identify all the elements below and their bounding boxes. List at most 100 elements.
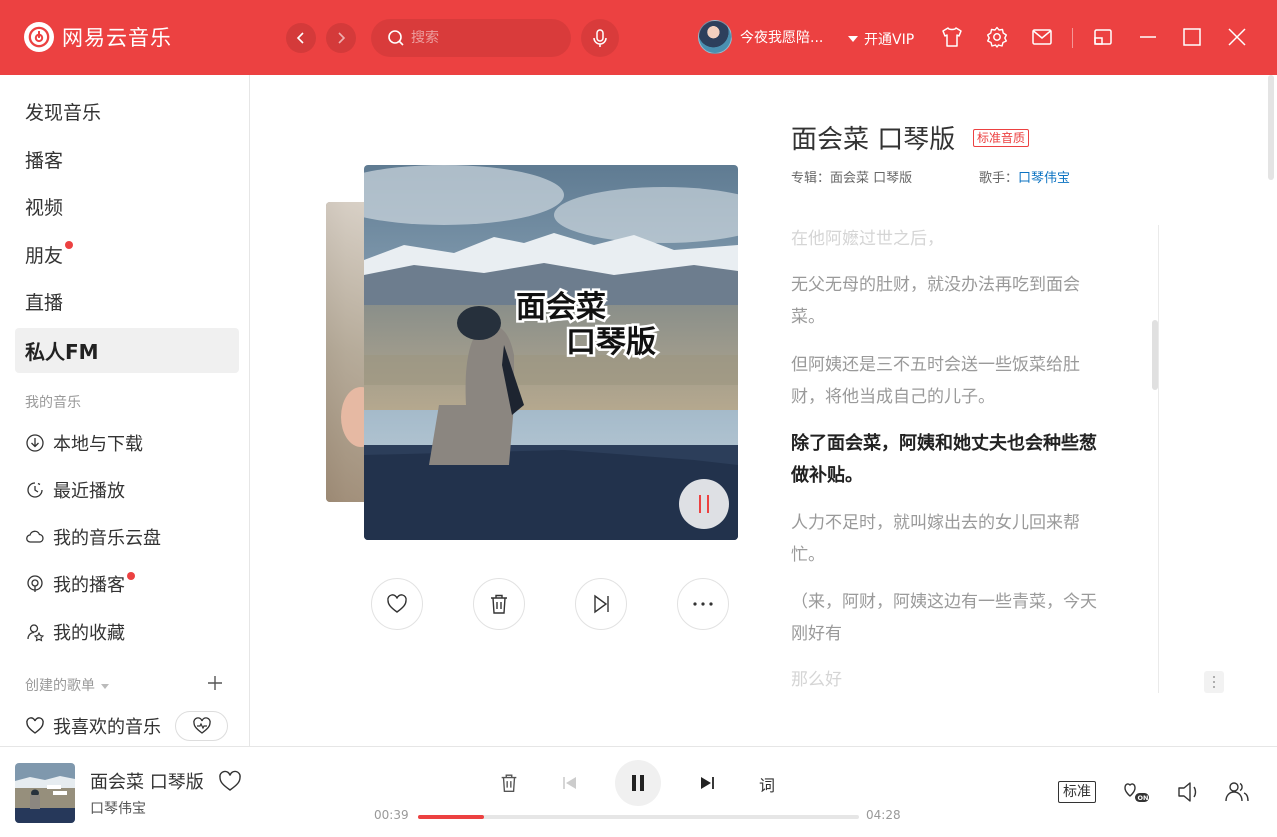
download-icon (26, 434, 44, 452)
app-logo[interactable]: 网易云音乐 (24, 22, 172, 52)
sidebar-item-discover[interactable]: 发现音乐 (15, 89, 239, 134)
now-playing-artist[interactable]: 口琴伟宝 (90, 798, 146, 818)
pause-icon (632, 775, 644, 791)
close-icon (1228, 28, 1246, 46)
play-pause-button[interactable] (615, 760, 661, 806)
lyrics-toggle-button[interactable]: 词 (759, 772, 775, 796)
settings-button[interactable] (984, 24, 1010, 50)
forward-button[interactable] (326, 23, 356, 53)
artist-link[interactable]: 口琴伟宝 (1018, 171, 1070, 186)
more-button[interactable] (677, 578, 729, 630)
listen-together-icon (1225, 782, 1249, 802)
previous-button[interactable] (561, 774, 579, 792)
personal-fm-panel: 面会菜 口琴版 面会菜 口琴版 标准音质 专辑：面会菜 口琴版 歌手：口琴伟宝 … (251, 75, 1277, 746)
song-title: 面会菜 口琴版 (791, 125, 956, 155)
collection-icon (27, 624, 45, 642)
settings-icon (987, 26, 1007, 48)
sidebar-item-cloud[interactable]: 我的音乐云盘 (15, 517, 239, 557)
next-button[interactable] (698, 774, 716, 792)
maximize-button[interactable] (1179, 24, 1205, 50)
podcast-icon (27, 575, 43, 592)
next-icon (701, 777, 714, 789)
volume-button[interactable] (1174, 779, 1202, 805)
svg-text:ON: ON (1138, 794, 1149, 802)
notification-dot (65, 240, 74, 249)
avatar[interactable] (698, 20, 732, 54)
search-input[interactable] (411, 30, 551, 46)
cover-title-line2: 口琴版 (566, 325, 656, 360)
minimize-button[interactable] (1135, 24, 1161, 50)
quality-switch-button[interactable]: 标准 (1058, 781, 1096, 803)
add-playlist-icon[interactable] (206, 674, 224, 692)
like-icon[interactable] (218, 770, 242, 792)
artist-info: 歌手：口琴伟宝 (979, 171, 1071, 186)
lyric-line: 在他阿嬷过世之后， (791, 229, 944, 249)
sound-effect-button[interactable]: ON (1122, 779, 1150, 805)
sidebar-item-local-download[interactable]: 本地与下载 (15, 423, 239, 463)
listen-together-button[interactable] (1223, 779, 1251, 805)
now-playing-title[interactable]: 面会菜 口琴版 (90, 768, 204, 794)
now-playing-cover[interactable] (15, 763, 75, 823)
lyrics-scrollbar[interactable] (1152, 320, 1158, 390)
heartbeat-mode-button[interactable] (175, 711, 228, 741)
lyric-line: 但阿姨还是三不五时会送一些饭菜给肚财，将他当成自己的儿子。 (791, 355, 1080, 407)
sidebar-item-my-podcast[interactable]: 我的播客 (15, 564, 239, 604)
search-box[interactable] (371, 19, 571, 57)
app-name: 网易云音乐 (62, 26, 172, 50)
previous-icon (563, 777, 576, 789)
caret-down-icon (848, 36, 858, 42)
progress-bar[interactable] (418, 815, 859, 819)
created-playlists-heading[interactable]: 创建的歌单 (25, 675, 109, 695)
like-button[interactable] (371, 578, 423, 630)
messages-button[interactable] (1029, 24, 1055, 50)
album-info: 专辑：面会菜 口琴版 (791, 171, 913, 186)
minimize-icon (1140, 36, 1156, 38)
sidebar-item-friends[interactable]: 朋友 (15, 232, 239, 277)
heartbeat-icon (192, 717, 211, 734)
lyrics-options-button[interactable] (1204, 671, 1224, 693)
mini-mode-icon (1094, 29, 1112, 45)
lyric-line: （来，阿财，阿姨这边有一些青菜，今天刚好有 (791, 592, 1097, 644)
lyrics-panel[interactable]: 在他阿嬷过世之后， 无父无母的肚财，就没办法再吃到面会菜。 但阿姨还是三不五时会… (791, 225, 1106, 693)
vip-label: 开通VIP (864, 32, 915, 48)
player-bar: 面会菜 口琴版 口琴伟宝 词 00:39 04:28 标准 ON (0, 746, 1277, 837)
sidebar-item-recent[interactable]: 最近播放 (15, 470, 239, 510)
sidebar-item-personal-fm[interactable]: 私人FM (15, 328, 239, 373)
vip-button[interactable]: 开通VIP (848, 29, 914, 49)
sidebar-item-collection[interactable]: 我的收藏 (15, 612, 239, 652)
quality-badge[interactable]: 标准音质 (973, 129, 1030, 147)
trash-icon (491, 594, 507, 614)
trash-button[interactable] (473, 578, 525, 630)
mini-mode-button[interactable] (1090, 24, 1116, 50)
like-icon (387, 594, 407, 613)
total-time: 04:28 (866, 808, 901, 822)
sound-effect-icon: ON (1124, 783, 1149, 802)
album-link[interactable]: 面会菜 口琴版 (830, 171, 912, 186)
sidebar-item-podcast[interactable]: 播客 (15, 137, 239, 182)
cover-title-line1: 面会菜 (516, 290, 606, 325)
netease-logo-icon (24, 22, 54, 52)
current-time: 00:39 (374, 808, 409, 822)
divider (1072, 28, 1073, 48)
mail-icon (1032, 29, 1052, 45)
title-bar: 网易云音乐 今夜我愿陪... 开通VIP (0, 0, 1277, 75)
trash-button[interactable] (498, 772, 520, 794)
sidebar: 发现音乐 播客 视频 朋友 直播 私人FM 我的音乐 本地与下载 最近播放 我的… (0, 75, 250, 746)
cover-pause-button[interactable] (679, 479, 729, 529)
voice-search-button[interactable] (581, 19, 619, 57)
close-button[interactable] (1224, 24, 1250, 50)
skin-button[interactable] (939, 24, 965, 50)
album-cover[interactable]: 面会菜 口琴版 (364, 165, 738, 540)
progress-fill (418, 815, 485, 819)
mini-cover-art (15, 763, 75, 823)
volume-icon (1178, 782, 1197, 802)
main-scrollbar[interactable] (1268, 75, 1274, 180)
notification-dot (127, 572, 135, 580)
next-song-button[interactable] (575, 578, 627, 630)
back-button[interactable] (286, 23, 316, 53)
user-name[interactable]: 今夜我愿陪... (740, 27, 823, 47)
user-profile[interactable]: 今夜我愿陪... (698, 20, 823, 54)
sidebar-item-live[interactable]: 直播 (15, 279, 239, 324)
sidebar-item-video[interactable]: 视频 (15, 184, 239, 229)
caret-down-icon (101, 683, 109, 689)
